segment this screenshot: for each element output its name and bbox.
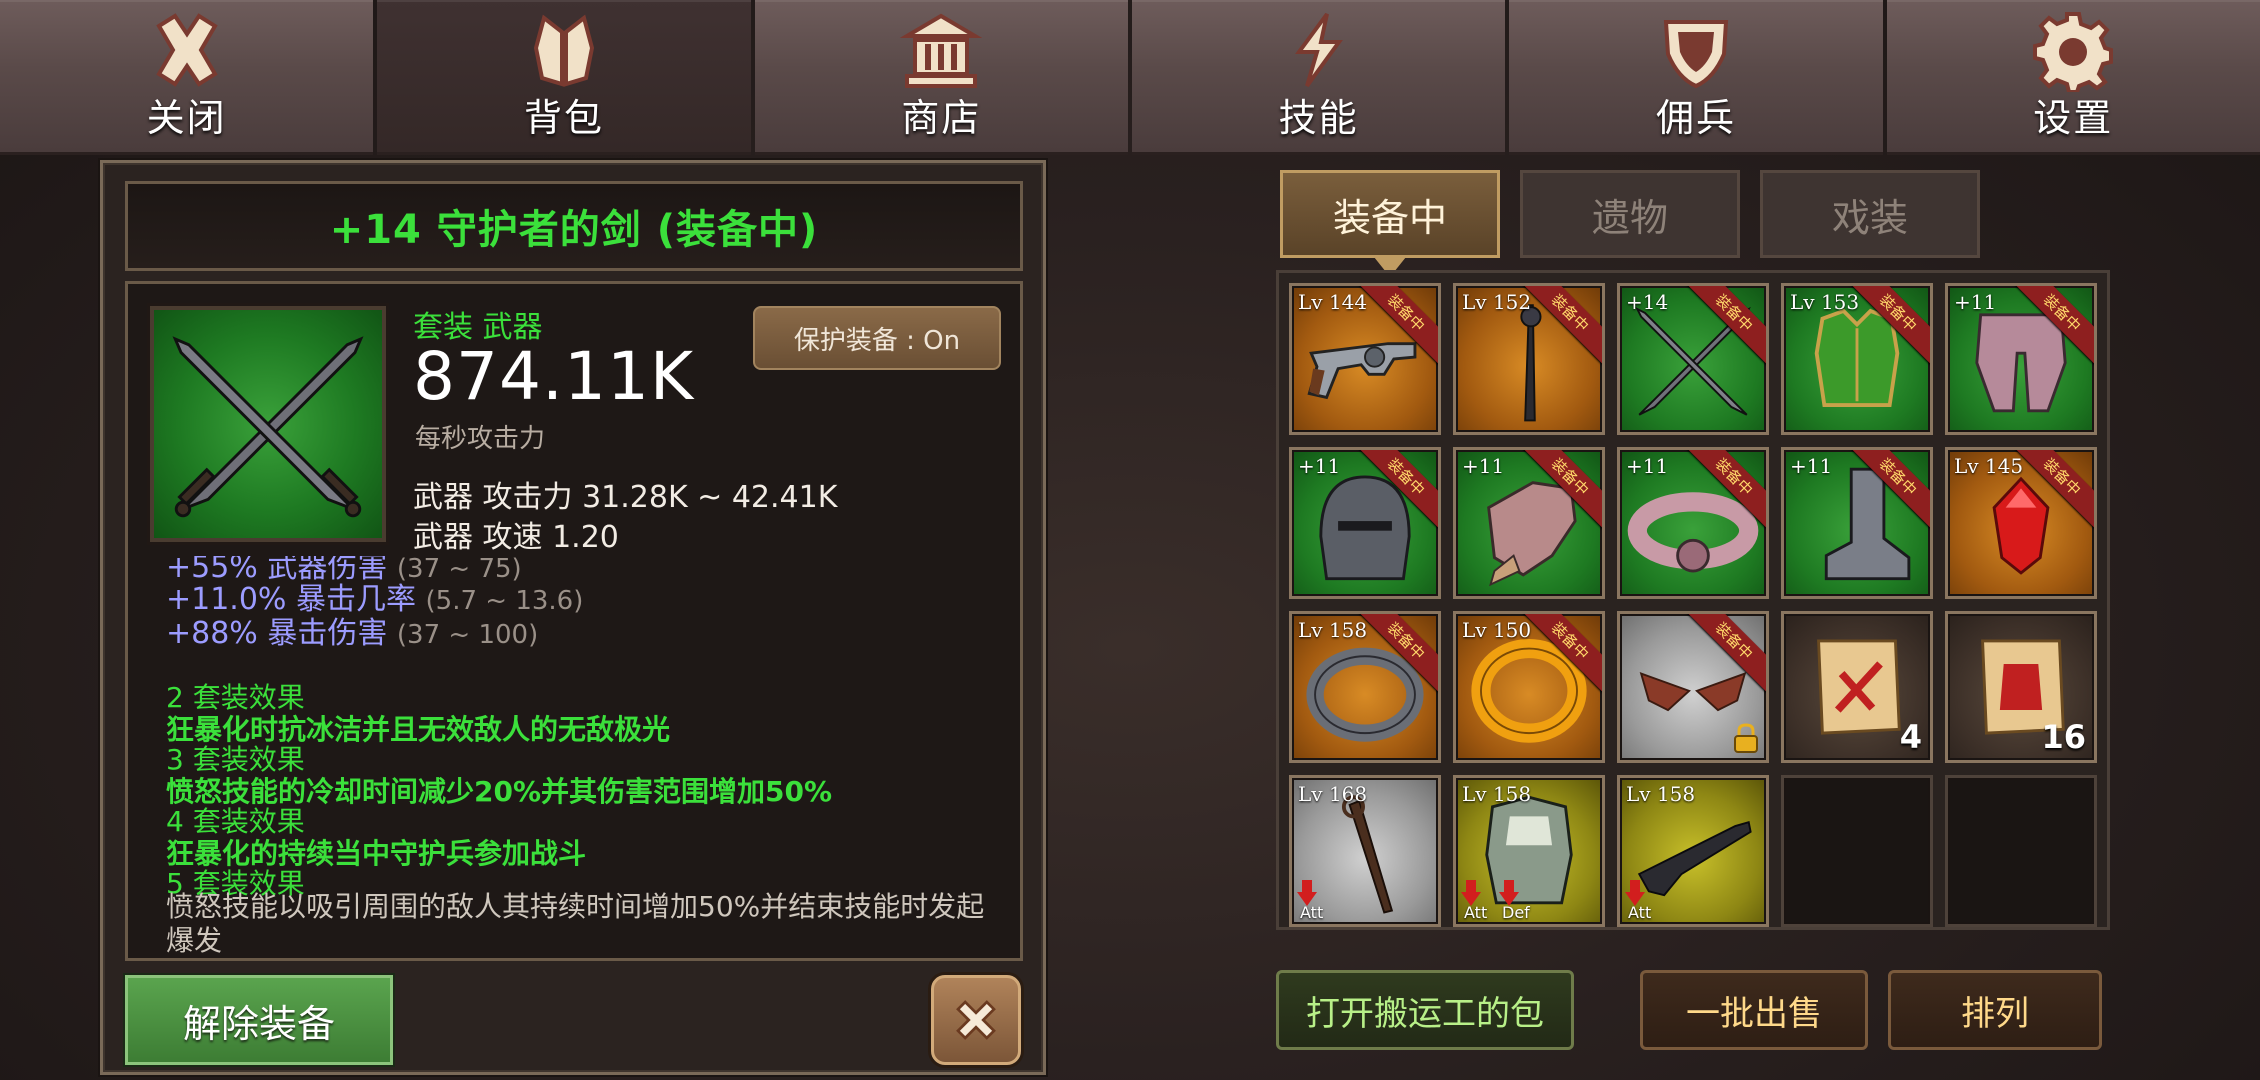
unequip-button[interactable]: 解除装备 [125, 975, 393, 1065]
item-title-bar: +14 守护者的剑 (装备中) [125, 181, 1023, 271]
slot-level: Lv 153 [1790, 290, 1860, 314]
slot-level: Lv 145 [1954, 454, 2024, 478]
item-count: 4 [1899, 718, 1922, 756]
gear-icon [2033, 12, 2114, 92]
tab-equipped[interactable]: 装备中 [1280, 170, 1500, 277]
tab-label: 遗物 [1591, 195, 1668, 240]
tab-label: 技能 [1278, 96, 1359, 140]
downgrade-label: Def [1502, 903, 1530, 922]
set-effect-desc: 愤怒技能以吸引周围的敌人其持续时间增加50%并结束技能时发起爆发 [166, 890, 985, 957]
inventory-slot[interactable]: +14 装备中 [1617, 283, 1769, 435]
empty-slot[interactable] [1945, 775, 2097, 927]
inventory-grid: Lv 144 装备中 Lv 152 装备中 +14 装备中 Lv 153 装备中 [1276, 270, 2110, 930]
slot-level: +14 [1626, 290, 1669, 314]
shield-icon [1663, 20, 1729, 89]
top-nav: 关闭 背包 商店 技能 佣兵 设置 [0, 0, 2260, 155]
bonus-text: +88% 暴击伤害 [166, 616, 388, 651]
slot-level: Lv 158 [1298, 618, 1368, 642]
weapon-attack-stat: 武器 攻击力 31.28K ~ 42.41K [413, 480, 838, 515]
inventory-slot[interactable]: Lv 153 装备中 [1781, 283, 1933, 435]
inventory-slot[interactable]: 装备中 [1617, 611, 1769, 763]
tab-label: 商店 [901, 96, 982, 140]
item-dps-label: 每秒攻击力 [415, 424, 546, 454]
slot-level: +11 [1954, 290, 1997, 314]
tab-label: 背包 [523, 96, 604, 140]
tab-costume[interactable]: 戏装 [1760, 170, 1980, 258]
tab-label: 设置 [2033, 96, 2114, 140]
item-info-box: 套装 武器 874.11K 每秒攻击力 保护装备 : On 武器 攻击力 31.… [125, 281, 1023, 961]
close-x-icon [956, 1000, 996, 1040]
inventory-slot[interactable]: Lv 158 Att [1617, 775, 1769, 927]
item-title: +14 守护者的剑 (装备中) [329, 207, 819, 253]
inventory-slot[interactable]: Lv 150 装备中 [1453, 611, 1605, 763]
slot-level: Lv 168 [1298, 782, 1368, 806]
inventory-tabs: 装备中 遗物 戏装 [1280, 170, 1980, 277]
tab-label: 装备中 [1332, 195, 1447, 240]
inventory-slot[interactable]: +11 装备中 [1781, 447, 1933, 599]
slot-level: +11 [1298, 454, 1341, 478]
empty-slot[interactable] [1781, 775, 1933, 927]
tab-skills[interactable]: 技能 [1131, 0, 1506, 155]
inventory-slot[interactable]: Lv 158 装备中 [1289, 611, 1441, 763]
close-detail-button[interactable] [931, 975, 1021, 1065]
shop-temple-icon [899, 13, 983, 88]
downgrade-label: Att [1628, 903, 1652, 922]
lock-icon [1734, 723, 1758, 753]
tab-mercenary[interactable]: 佣兵 [1509, 0, 1883, 155]
slot-level: Lv 152 [1462, 290, 1532, 314]
inventory-slot[interactable]: +11 装备中 [1453, 447, 1605, 599]
inventory-slot[interactable]: Lv 145 装备中 [1945, 447, 2097, 599]
sort-button[interactable]: 排列 [1888, 970, 2102, 1050]
weapon-speed-stat: 武器 攻速 1.20 [413, 520, 619, 555]
lightning-icon [1294, 12, 1343, 88]
tab-label: 佣兵 [1655, 96, 1736, 140]
crossed-swords-icon [172, 336, 364, 518]
item-dps-value: 874.11K [413, 338, 695, 415]
slot-level: Lv 158 [1626, 782, 1696, 806]
inventory-slot[interactable]: Lv 158 Att Def [1453, 775, 1605, 927]
backpack-icon [533, 14, 595, 87]
close-x-icon [155, 13, 218, 87]
inventory-slot[interactable]: +11 装备中 [1289, 447, 1441, 599]
inventory-slot[interactable]: +11 装备中 [1945, 283, 2097, 435]
slot-level: Lv 158 [1462, 782, 1532, 806]
tab-shop[interactable]: 商店 [754, 0, 1128, 155]
item-detail-panel: +14 守护者的剑 (装备中) 套装 武器 874.11K 每秒攻击力 保护装备… [100, 160, 1046, 1075]
item-preview [150, 306, 386, 542]
bonus-range: (37 ~ 100) [396, 620, 539, 650]
tab-label: 关闭 [146, 96, 227, 140]
tab-label: 戏装 [1831, 195, 1908, 240]
downgrade-label: Att [1300, 903, 1324, 922]
slot-level: Lv 144 [1298, 290, 1368, 314]
bulk-sell-button[interactable]: 一批出售 [1640, 970, 1868, 1050]
inventory-slot[interactable]: Lv 168 Att [1289, 775, 1441, 927]
bonus-stat: +88% 暴击伤害 (37 ~ 100) [166, 608, 538, 652]
tab-relics[interactable]: 遗物 [1520, 170, 1740, 258]
slot-level: +11 [1626, 454, 1669, 478]
tab-backpack[interactable]: 背包 [377, 0, 751, 155]
inventory-slot[interactable]: 4 [1781, 611, 1933, 763]
tab-settings[interactable]: 设置 [1886, 0, 2260, 155]
open-porter-bag-button[interactable]: 打开搬运工的包 [1276, 970, 1574, 1050]
inventory-slot[interactable]: Lv 152 装备中 [1453, 283, 1605, 435]
slot-level: +11 [1790, 454, 1833, 478]
item-count: 16 [2041, 718, 2086, 756]
inventory-slot[interactable]: Lv 144 装备中 [1289, 283, 1441, 435]
inventory-slot[interactable]: 16 [1945, 611, 2097, 763]
tab-close[interactable]: 关闭 [0, 0, 374, 155]
inventory-slot[interactable]: +11 装备中 [1617, 447, 1769, 599]
protect-equipment-toggle[interactable]: 保护装备 : On [753, 306, 1001, 370]
slot-level: Lv 150 [1462, 618, 1532, 642]
downgrade-label: Att [1464, 903, 1488, 922]
slot-level: +11 [1462, 454, 1505, 478]
